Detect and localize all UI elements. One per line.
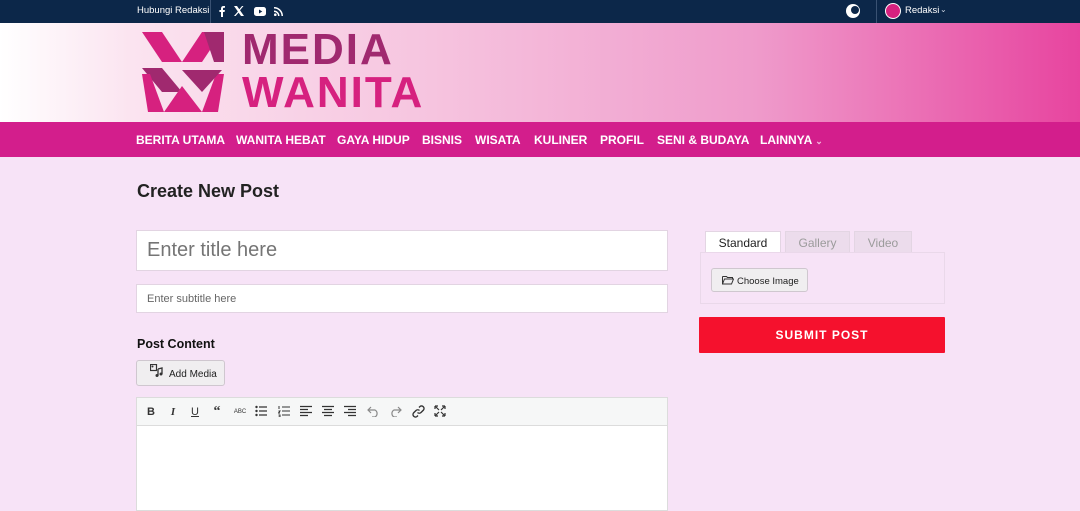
- strikethrough-icon[interactable]: ABC: [233, 405, 247, 419]
- align-left-icon[interactable]: [300, 405, 314, 419]
- title-input[interactable]: [136, 230, 668, 271]
- bold-icon[interactable]: B: [144, 405, 158, 419]
- nav-item-wanita-hebat[interactable]: WANITA HEBAT: [236, 133, 326, 147]
- logo-mark-icon[interactable]: [140, 30, 226, 114]
- redo-icon[interactable]: [389, 405, 403, 419]
- tab-gallery[interactable]: Gallery: [785, 231, 850, 253]
- contact-link[interactable]: Hubungi Redaksi: [137, 5, 209, 16]
- add-media-label: Add Media: [169, 369, 217, 380]
- facebook-icon[interactable]: [218, 4, 226, 18]
- undo-icon[interactable]: [367, 405, 381, 419]
- topbar-divider: [210, 0, 211, 23]
- bullet-list-icon[interactable]: [255, 405, 269, 419]
- choose-image-button[interactable]: Choose Image: [711, 268, 808, 292]
- nav-item-lainnya[interactable]: LAINNYA ⌄: [760, 133, 823, 147]
- chevron-down-icon[interactable]: ⌄: [940, 5, 947, 14]
- main-nav: BERITA UTAMA WANITA HEBAT GAYA HIDUP BIS…: [0, 122, 1080, 157]
- folder-open-icon: [722, 276, 734, 285]
- fullscreen-icon[interactable]: [434, 405, 448, 419]
- nav-item-label: LAINNYA: [760, 133, 813, 147]
- nav-item-gaya-hidup[interactable]: GAYA HIDUP: [337, 133, 410, 147]
- numbered-list-icon[interactable]: [278, 405, 292, 419]
- dark-mode-toggle-icon[interactable]: [846, 4, 860, 18]
- nav-item-bisnis[interactable]: BISNIS: [422, 133, 462, 147]
- nav-item-berita-utama[interactable]: BERITA UTAMA: [136, 133, 225, 147]
- underline-icon[interactable]: U: [188, 405, 202, 419]
- nav-item-kuliner[interactable]: KULINER: [534, 133, 587, 147]
- user-menu-label[interactable]: Redaksi: [905, 5, 939, 16]
- logo-text-wanita: WANITA: [242, 68, 425, 117]
- x-icon[interactable]: [233, 4, 244, 18]
- tab-video[interactable]: Video: [854, 231, 912, 253]
- nav-item-profil[interactable]: PROFIL: [600, 133, 644, 147]
- avatar[interactable]: [885, 3, 901, 19]
- page-title: Create New Post: [137, 181, 280, 201]
- chevron-down-icon: ⌄: [815, 136, 823, 146]
- subtitle-input[interactable]: [136, 284, 668, 313]
- align-center-icon[interactable]: [322, 405, 336, 419]
- nav-item-seni-budaya[interactable]: SENI & BUDAYA: [657, 133, 749, 147]
- content-editor[interactable]: B I U “ ABC: [136, 397, 668, 511]
- rss-icon[interactable]: [273, 4, 283, 18]
- topbar-divider: [876, 0, 877, 23]
- blockquote-icon[interactable]: “: [210, 405, 224, 419]
- add-media-button[interactable]: Add Media: [136, 360, 225, 386]
- top-bar: Hubungi Redaksi Redaksi ⌄: [0, 0, 1080, 23]
- submit-post-button[interactable]: SUBMIT POST: [699, 317, 945, 353]
- choose-image-label: Choose Image: [737, 276, 799, 287]
- post-content-label: Post Content: [137, 337, 215, 351]
- header-banner: MEDIA WANITA: [0, 23, 1080, 122]
- link-icon[interactable]: [412, 405, 426, 419]
- nav-item-wisata[interactable]: WISATA: [475, 133, 521, 147]
- logo-text-media: MEDIA: [242, 25, 394, 74]
- italic-icon[interactable]: I: [166, 405, 180, 419]
- align-right-icon[interactable]: [344, 405, 358, 419]
- editor-toolbar: B I U “ ABC: [137, 398, 667, 426]
- tab-standard[interactable]: Standard: [705, 231, 781, 253]
- youtube-icon[interactable]: [253, 4, 266, 18]
- media-icon: [150, 364, 163, 377]
